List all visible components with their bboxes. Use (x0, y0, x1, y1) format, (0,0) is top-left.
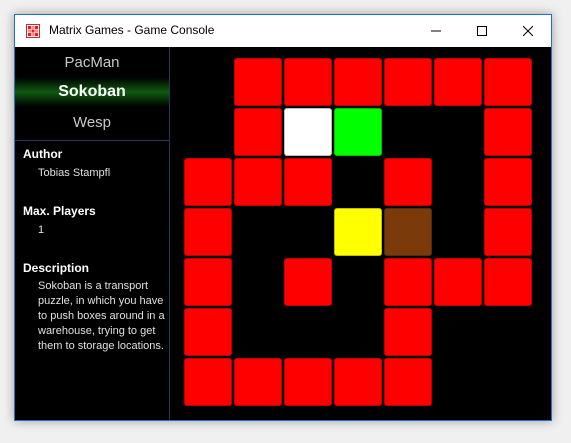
cell-wall (384, 358, 432, 406)
game-item-sokoban[interactable]: Sokoban (15, 77, 169, 107)
cell-wall (484, 258, 532, 306)
cell-wall (384, 58, 432, 106)
cell-wall (184, 158, 232, 206)
minimize-icon (431, 30, 441, 32)
cell-box (334, 208, 382, 256)
cell-wall (384, 258, 432, 306)
cell-wall (284, 258, 332, 306)
close-icon (523, 26, 533, 36)
divider (15, 140, 169, 141)
cell-wall (384, 308, 432, 356)
cell-wall (234, 158, 282, 206)
cell-wall (484, 208, 532, 256)
max-players-heading: Max. Players (23, 204, 96, 218)
cell-wall (334, 358, 382, 406)
maximize-icon (477, 26, 487, 36)
cell-wall (284, 358, 332, 406)
cell-wall (484, 58, 532, 106)
cell-wall (434, 258, 482, 306)
cell-player (284, 108, 332, 156)
cell-wall (484, 108, 532, 156)
cell-wall (234, 358, 282, 406)
minimize-button[interactable] (413, 15, 459, 47)
cell-wall (234, 108, 282, 156)
description-heading: Description (23, 261, 90, 275)
cell-wall (284, 158, 332, 206)
cell-wall (484, 158, 532, 206)
cell-wall (284, 58, 332, 106)
maximize-button[interactable] (459, 15, 505, 47)
description-value: Sokoban is a transport puzzle, in which … (38, 280, 165, 352)
cell-wall (334, 58, 382, 106)
author-heading: Author (23, 147, 63, 161)
game-item-wesp[interactable]: Wesp (15, 107, 169, 137)
matrix-grid-icon (26, 24, 40, 38)
game-board[interactable] (170, 47, 551, 420)
game-item-pacman[interactable]: PacMan (15, 47, 169, 77)
max-players-value: 1 (38, 224, 45, 236)
client-area: PacMan Sokoban Wesp Author Tobias Stampf… (15, 47, 551, 420)
cell-wall (234, 58, 282, 106)
sidebar: PacMan Sokoban Wesp Author Tobias Stampf… (15, 47, 170, 420)
cell-wall (184, 358, 232, 406)
cell-wall (384, 158, 432, 206)
app-window: Matrix Games - Game Console PacMan Sokob… (14, 14, 552, 421)
cell-wall (434, 58, 482, 106)
cell-wall (184, 258, 232, 306)
cell-wall (184, 308, 232, 356)
cell-box-on-spot (384, 208, 432, 256)
window-title: Matrix Games - Game Console (49, 23, 215, 37)
close-button[interactable] (505, 15, 551, 47)
cell-wall (184, 208, 232, 256)
cell-target (334, 108, 382, 156)
author-value: Tobias Stampfl (38, 167, 111, 179)
title-bar[interactable]: Matrix Games - Game Console (15, 15, 551, 47)
